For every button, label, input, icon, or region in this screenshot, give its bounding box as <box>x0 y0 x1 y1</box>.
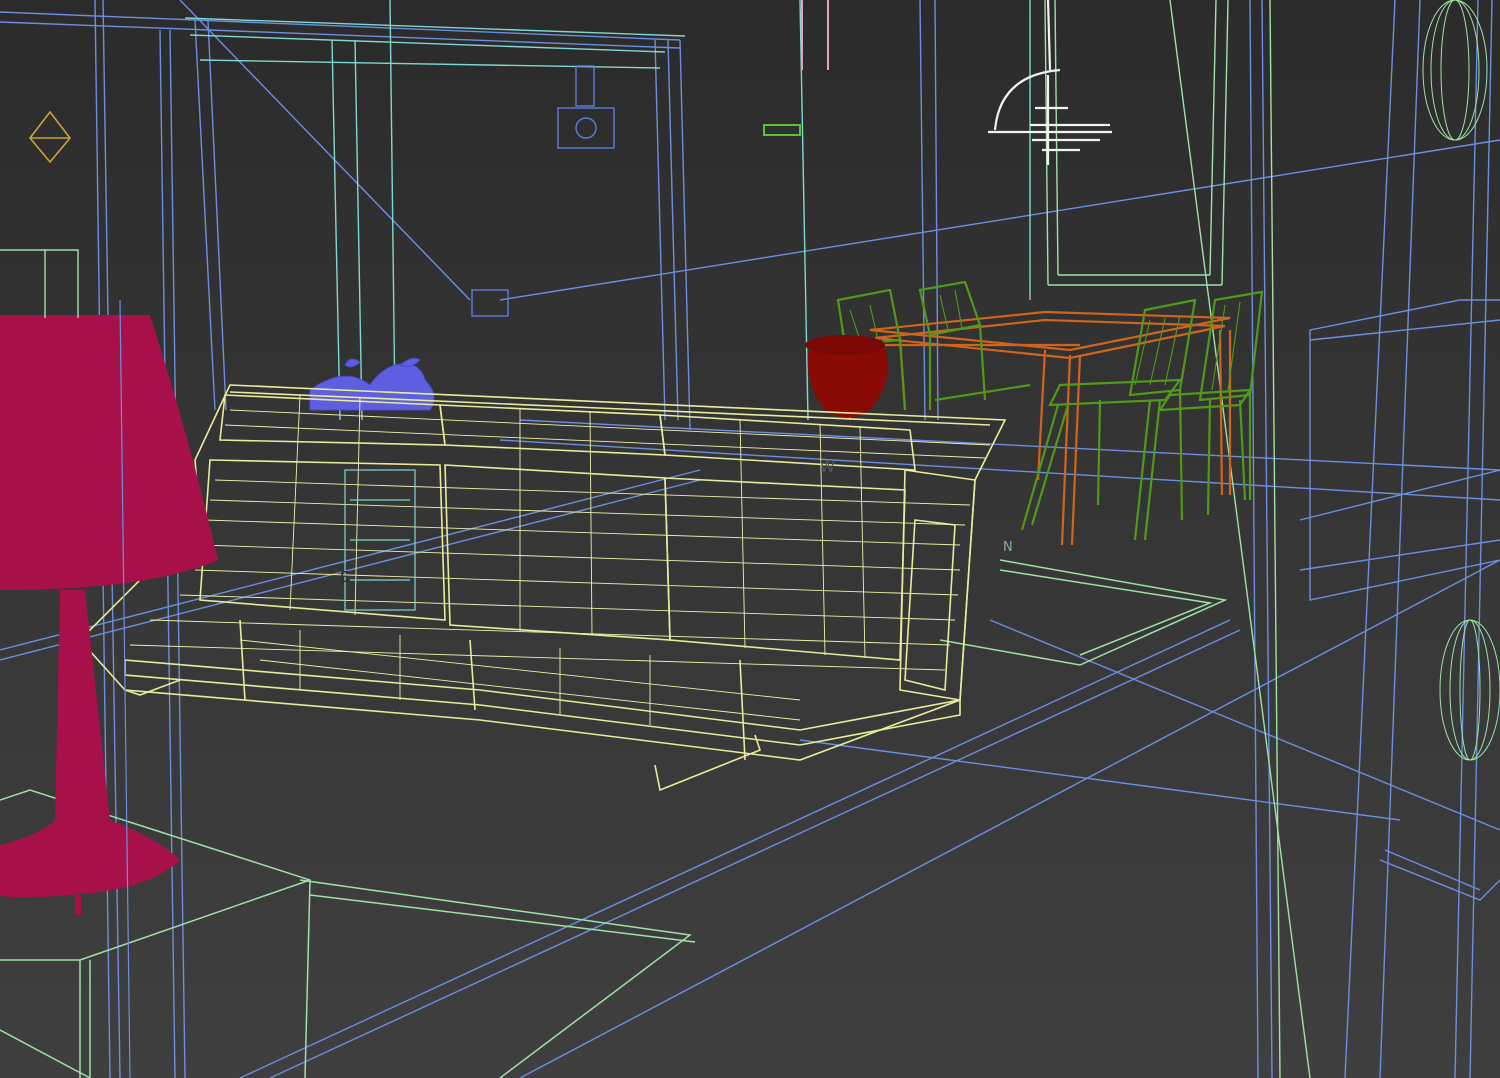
direction-label-west: W <box>820 458 835 476</box>
scene-canvas[interactable] <box>0 0 1500 1078</box>
ceiling-light-helper[interactable] <box>471 65 615 317</box>
target-helper[interactable] <box>763 124 801 136</box>
table-lamp-outline <box>0 249 79 318</box>
direction-label-east: E <box>340 568 350 586</box>
red-vase[interactable] <box>805 335 888 418</box>
light-helper-diamond[interactable] <box>28 110 72 164</box>
wall-lamp[interactable] <box>1422 0 1500 761</box>
pink-cable <box>801 0 829 70</box>
viewport-perspective[interactable]: E W N <box>0 0 1500 1078</box>
direction-label-north: N <box>1003 540 1013 555</box>
table-lamp[interactable] <box>0 315 218 915</box>
sofa-wireframe[interactable] <box>78 384 1007 792</box>
floor-rug[interactable] <box>939 559 1228 666</box>
pendant-light[interactable] <box>988 0 1112 165</box>
room-wireframe[interactable] <box>0 0 1500 1078</box>
